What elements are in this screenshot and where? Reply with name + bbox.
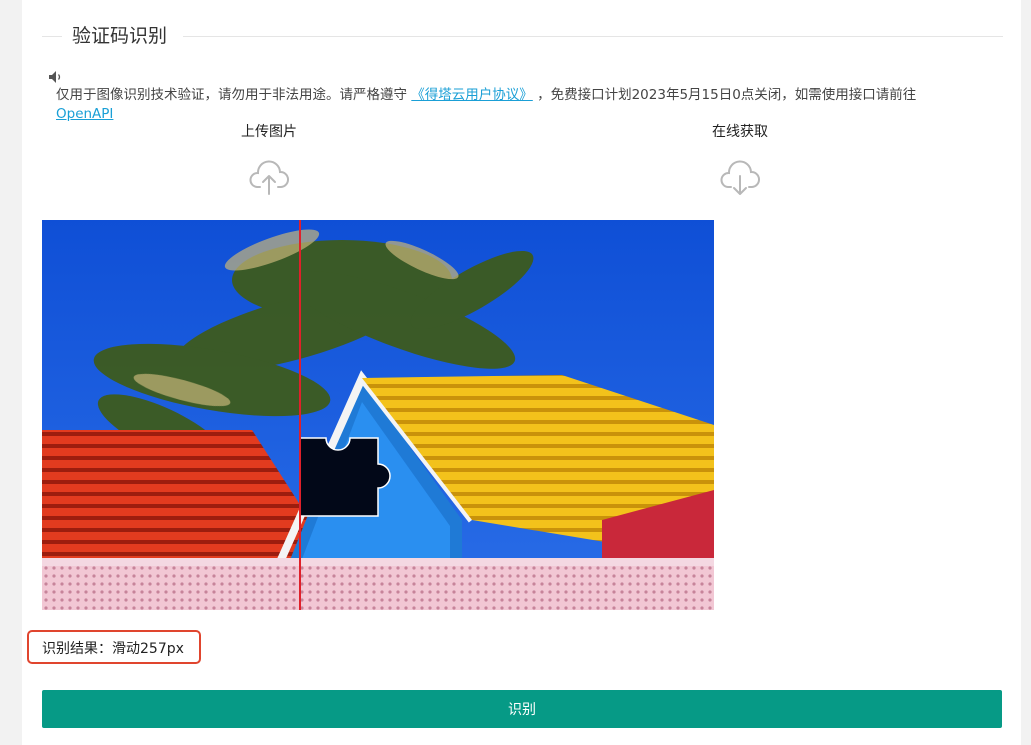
captcha-card: 验证码识别 仅用于图像识别技术验证，请勿用于非法用途。请严格遵守 《得塔云用户协…	[22, 0, 1021, 745]
notice-text: 仅用于图像识别技术验证，请勿用于非法用途。请严格遵守 《得塔云用户协议》 ，免费…	[56, 86, 976, 124]
upload-label: 上传图片	[241, 124, 297, 140]
fetch-online-action[interactable]: 在线获取	[620, 122, 860, 196]
openapi-link[interactable]: OpenAPI	[56, 106, 113, 122]
upload-image-action[interactable]: 上传图片	[149, 122, 389, 196]
notice-text-before: 仅用于图像识别技术验证，请勿用于非法用途。请严格遵守	[56, 87, 407, 103]
notice-text-after: ，免费接口计划2023年5月15日0点关闭，如需使用接口请前往	[537, 87, 917, 103]
cloud-download-icon[interactable]	[720, 160, 760, 196]
result-value: 滑动257px	[112, 641, 184, 657]
speaker-icon	[49, 71, 61, 83]
divider-right	[183, 36, 1003, 37]
captcha-image	[42, 220, 714, 610]
fetch-label: 在线获取	[712, 124, 768, 140]
section-header: 验证码识别	[42, 22, 1003, 50]
divider-left	[42, 36, 62, 37]
result-label: 识别结果：	[42, 641, 112, 657]
agreement-link[interactable]: 《得塔云用户协议》	[411, 87, 533, 103]
cloud-upload-icon[interactable]	[249, 160, 289, 196]
result-box: 识别结果：滑动257px	[27, 630, 201, 664]
section-title: 验证码识别	[72, 25, 168, 47]
recognize-button[interactable]: 识别	[42, 690, 1002, 728]
